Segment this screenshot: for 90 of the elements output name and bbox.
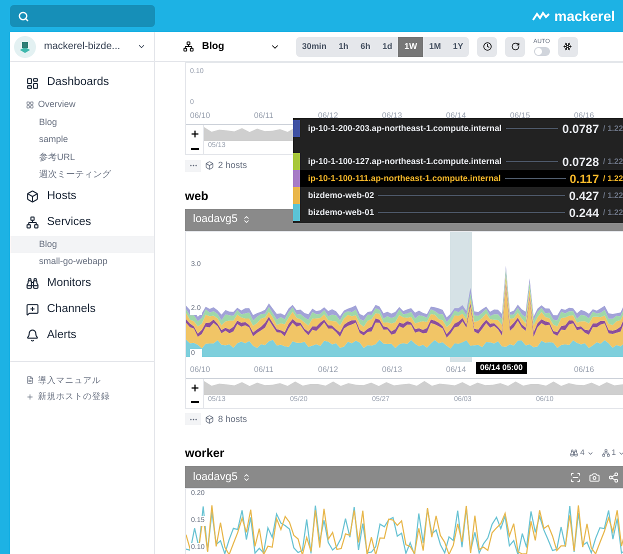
hosts-count: 8 hosts (218, 412, 248, 426)
caret-icon (618, 450, 623, 456)
range-button[interactable]: 1M (423, 36, 447, 56)
tooltip-row: ip-10-1-100-127.ap-northeast-1.compute.internal 0.0728 / 1.22 (293, 153, 623, 170)
roles-filter[interactable]: 1 (602, 447, 623, 459)
clock-button[interactable] (477, 36, 498, 56)
services-icon (26, 216, 39, 229)
refresh-icon (510, 42, 520, 51)
nav-subitem[interactable]: sample (10, 131, 154, 148)
hosts-count: 2 hosts (218, 159, 248, 172)
axis-label: 06/10 (190, 364, 210, 374)
cursor-time-label: 06/14 05:00 (476, 362, 527, 374)
zoom-in-icon[interactable] (190, 129, 200, 140)
sort-icon (242, 472, 251, 482)
metric-selector[interactable]: loadavg5 (193, 211, 251, 228)
cube-icon (205, 161, 214, 170)
zoom-out-icon[interactable] (190, 401, 198, 404)
axis-label: 06/12 (318, 111, 338, 120)
binoculars-icon (26, 277, 39, 290)
nav-item[interactable]: Channels (10, 296, 154, 322)
range-button[interactable]: 1h (332, 36, 354, 56)
share-icon[interactable] (608, 472, 619, 482)
tooltip-row: bizdemo-web-01 0.244 / 1.22 (293, 204, 623, 221)
dashboard-icon (26, 76, 39, 90)
bell-icon (26, 329, 39, 342)
range-button[interactable]: 30min (296, 36, 333, 56)
auto-toggle[interactable] (534, 46, 550, 56)
search-field[interactable] (10, 5, 155, 27)
nav-item[interactable]: Alerts (10, 322, 154, 348)
tooltip-row: bizdemo-web-02 0.427 / 1.22 (293, 187, 623, 204)
nav-subitem[interactable]: Overview (10, 96, 154, 114)
document-icon (26, 376, 34, 384)
nav-item[interactable]: Dashboards (10, 70, 154, 96)
nav-subitem[interactable]: Blog (10, 236, 154, 253)
axis-label: 06/10 (190, 111, 210, 120)
axis-label: 06/14 (446, 364, 466, 374)
axis-label: 06/15 (510, 111, 530, 120)
axis-label: 06/11 (254, 364, 274, 374)
plus-icon (26, 392, 34, 401)
binoculars-icon (570, 449, 578, 457)
nav-subitem[interactable]: 週次ミーティング (10, 166, 154, 184)
axis-label: 06/14 (446, 111, 466, 120)
section-title: worker (185, 445, 224, 462)
tooltip-row: ip-10-1-100-111.ap-northeast-1.compute.internal 0.117 / 1.22 (293, 170, 623, 187)
org-selector[interactable]: mackerel-bizde... (10, 32, 154, 62)
axis-label: 06/11 (254, 111, 274, 120)
footer-link[interactable]: 導入マニュアル (26, 374, 138, 386)
zoom-out-icon[interactable] (190, 148, 198, 150)
range-button[interactable]: 6h (354, 36, 376, 56)
snowflake-icon (563, 42, 572, 51)
channel-icon (26, 303, 39, 316)
tooltip-row: ip-10-1-200-203.ap-northeast-1.compute.internal 0.0787 / 1.22 (293, 120, 623, 137)
nav-subitem[interactable]: small-go-webapp (10, 253, 154, 270)
service-name: Blog (202, 40, 226, 54)
fullscreen-icon[interactable] (570, 472, 581, 482)
metric-selector[interactable]: loadavg5 (193, 468, 251, 486)
caret-icon (586, 450, 594, 456)
logo-text: mackerel (554, 6, 615, 26)
camera-icon[interactable] (589, 472, 600, 482)
nav-subitem[interactable]: Blog (10, 114, 154, 131)
refresh-button[interactable] (505, 36, 526, 56)
footer-link[interactable]: 新規ホストの登録 (26, 390, 138, 403)
nav-item[interactable]: Monitors (10, 270, 154, 296)
nav-item[interactable]: Hosts (10, 184, 154, 210)
logo-icon (532, 11, 550, 21)
clock-icon (482, 42, 492, 51)
org-name: mackerel-bizde... (44, 40, 120, 54)
axis-label: 06/13 (382, 111, 402, 120)
services-icon (602, 449, 610, 457)
cube-icon (205, 414, 214, 424)
nav-item[interactable]: Services (10, 210, 154, 236)
settings-button[interactable] (558, 36, 578, 56)
axis-label: 06/16 (574, 364, 594, 374)
org-avatar-icon (14, 36, 36, 58)
axis-label: 06/16 (574, 111, 594, 120)
range-button[interactable]: 1W (398, 36, 424, 56)
section-title: web (185, 188, 208, 204)
caret-icon (137, 42, 146, 51)
axis-label: 06/12 (318, 364, 338, 374)
cube-icon (26, 190, 39, 203)
range-button[interactable]: 1Y (446, 36, 470, 56)
zoom-in-icon[interactable] (190, 382, 200, 393)
range-button[interactable]: 1d (376, 36, 398, 56)
sort-icon (242, 215, 251, 224)
axis-label: 06/13 (382, 364, 402, 374)
grid-icon (26, 100, 34, 109)
monitors-filter[interactable]: 4 (570, 447, 594, 459)
search-icon (18, 10, 29, 22)
nav-subitem[interactable]: 参考URL (10, 148, 154, 166)
services-icon (183, 41, 194, 52)
